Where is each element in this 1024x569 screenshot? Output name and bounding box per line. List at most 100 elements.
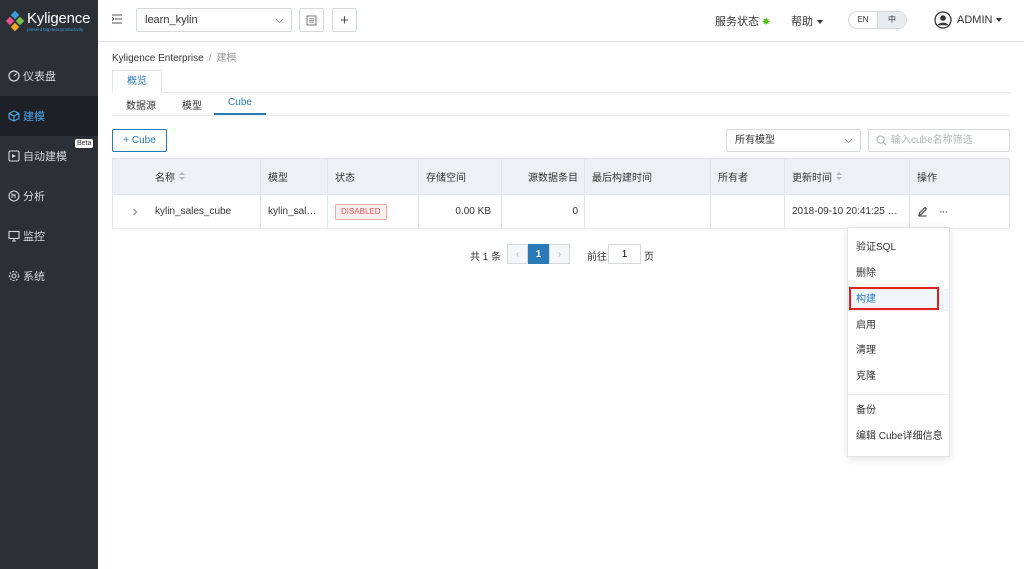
sidebar-item-dashboard[interactable]: 仪表盘: [0, 56, 98, 96]
menu-item-build[interactable]: 构建: [848, 289, 949, 311]
brand-name: Kyligence: [27, 10, 91, 27]
subtab-datasource[interactable]: 数据源: [125, 97, 157, 115]
add-project-button[interactable]: +: [332, 8, 357, 32]
monitor-icon: [8, 230, 20, 242]
sidebar-item-label: 自动建模: [23, 151, 67, 163]
table-header: 名称 模型 状态 存储空间 源数据条目 最后构建时间 所有者 更新时间 操作: [113, 159, 1009, 194]
add-cube-button[interactable]: + Cube: [112, 129, 167, 152]
cell-status: DISABLED: [335, 195, 415, 228]
cube-table: 名称 模型 状态 存储空间 源数据条目 最后构建时间 所有者 更新时间 操作 k…: [112, 158, 1010, 229]
service-status[interactable]: 服务状态 ✸: [715, 13, 770, 29]
cube-search: [868, 129, 1010, 152]
sidebar-item-analysis[interactable]: 分析: [0, 176, 98, 216]
menu-toggle-icon[interactable]: [111, 13, 123, 25]
subtab-model[interactable]: 模型: [180, 97, 204, 115]
header-owner: 所有者: [718, 173, 748, 184]
sidebar-item-system[interactable]: 系统: [0, 256, 98, 296]
chevron-down-icon: [275, 18, 284, 24]
chevron-down-icon: [844, 138, 853, 144]
cell-model: kylin_sal…: [268, 206, 317, 217]
cell-last-build: [592, 195, 702, 228]
cell-name[interactable]: kylin_sales_cube: [155, 195, 255, 228]
header-last-build: 最后构建时间: [592, 173, 652, 184]
sidebar-item-modeling[interactable]: 建模: [0, 96, 98, 136]
model-filter-select[interactable]: 所有模型: [726, 129, 861, 152]
more-actions-button[interactable]: ···: [939, 195, 953, 228]
header-updated[interactable]: 更新时间: [792, 159, 892, 194]
beta-badge: Beta: [75, 139, 94, 148]
analysis-icon: [8, 190, 20, 202]
menu-item-validate-sql[interactable]: 验证SQL: [848, 237, 949, 259]
menu-item-edit-cube-details[interactable]: 编辑 Cube详细信息: [848, 426, 949, 448]
sort-icon[interactable]: [179, 172, 185, 181]
menu-item-delete[interactable]: 删除: [848, 263, 949, 285]
help-label: 帮助: [791, 16, 813, 28]
column-divider: [260, 159, 261, 194]
project-select[interactable]: learn_kylin: [136, 8, 292, 32]
list-icon: [306, 15, 317, 25]
menu-item-clone[interactable]: 克隆: [848, 366, 949, 388]
column-divider: [327, 159, 328, 194]
expand-row-button[interactable]: [130, 195, 144, 228]
header-actions: 操作: [917, 173, 937, 184]
header-source-records: 源数据条目: [528, 173, 578, 184]
brand-tagline: present big data productivity: [27, 27, 84, 32]
goto-page-input[interactable]: [608, 244, 641, 264]
top-bar: learn_kylin + 服务状态 ✸ 帮助 EN 中 ADMIN: [98, 0, 1024, 42]
sidebar-item-monitor[interactable]: 监控: [0, 216, 98, 256]
model-filter-value: 所有模型: [735, 135, 775, 146]
chevron-right-icon: [133, 208, 138, 215]
pencil-icon: [918, 206, 928, 217]
sidebar-item-label: 监控: [23, 231, 45, 243]
menu-divider: [848, 394, 949, 395]
column-divider: [710, 195, 711, 228]
lang-zh-option[interactable]: 中: [877, 12, 906, 28]
user-menu[interactable]: ADMIN: [934, 9, 1003, 31]
pagination-total: 共 1 条: [470, 252, 502, 263]
column-divider: [418, 195, 419, 228]
user-avatar-icon: [934, 11, 952, 29]
breadcrumb-root[interactable]: Kyligence Enterprise: [112, 53, 204, 64]
caret-down-icon: [996, 18, 1003, 22]
sidebar: Kyligence present big data productivity …: [0, 0, 98, 569]
menu-item-enable[interactable]: 启用: [848, 315, 949, 337]
auto-model-icon: [8, 150, 20, 162]
header-name[interactable]: 名称: [155, 159, 255, 194]
goto-label: 前往: [587, 252, 607, 263]
header-updated-label: 更新时间: [792, 173, 832, 184]
breadcrumb-separator: /: [208, 53, 212, 64]
column-divider: [327, 195, 328, 228]
plus-icon: +: [340, 11, 349, 29]
goto-unit: 页: [644, 252, 654, 263]
column-divider: [710, 159, 711, 194]
sidebar-item-label: 系统: [23, 271, 45, 283]
subtab-divider: [112, 115, 1010, 116]
column-divider: [909, 159, 910, 194]
edit-button[interactable]: [917, 195, 931, 228]
header-storage: 存储空间: [426, 173, 466, 184]
prev-page-button[interactable]: ‹: [507, 244, 528, 264]
service-status-label: 服务状态: [715, 16, 759, 28]
lang-en-option[interactable]: EN: [849, 12, 877, 28]
sort-icon[interactable]: [836, 172, 842, 181]
cube-search-input[interactable]: [891, 130, 1007, 151]
column-divider: [260, 195, 261, 228]
help-menu[interactable]: 帮助: [791, 13, 823, 29]
menu-item-purge[interactable]: 清理: [848, 340, 949, 362]
brand-logo[interactable]: Kyligence present big data productivity: [3, 9, 98, 35]
cube-actions-menu: 验证SQL 删除 构建 启用 清理 克隆 备份 编辑 Cube详细信息: [847, 227, 950, 457]
status-badge: DISABLED: [335, 203, 387, 220]
column-divider: [784, 159, 785, 194]
column-divider: [584, 159, 585, 194]
user-name: ADMIN: [957, 14, 993, 26]
project-list-button[interactable]: [299, 8, 324, 32]
column-divider: [501, 159, 502, 194]
tab-overview[interactable]: 概览: [112, 70, 162, 93]
menu-item-backup[interactable]: 备份: [848, 400, 949, 422]
page-button-current[interactable]: 1: [528, 244, 549, 264]
sidebar-item-label: 建模: [23, 111, 45, 123]
cube-icon: [8, 110, 20, 122]
next-page-button[interactable]: ›: [549, 244, 570, 264]
subtab-cube[interactable]: Cube: [214, 97, 266, 115]
language-toggle[interactable]: EN 中: [848, 11, 907, 29]
